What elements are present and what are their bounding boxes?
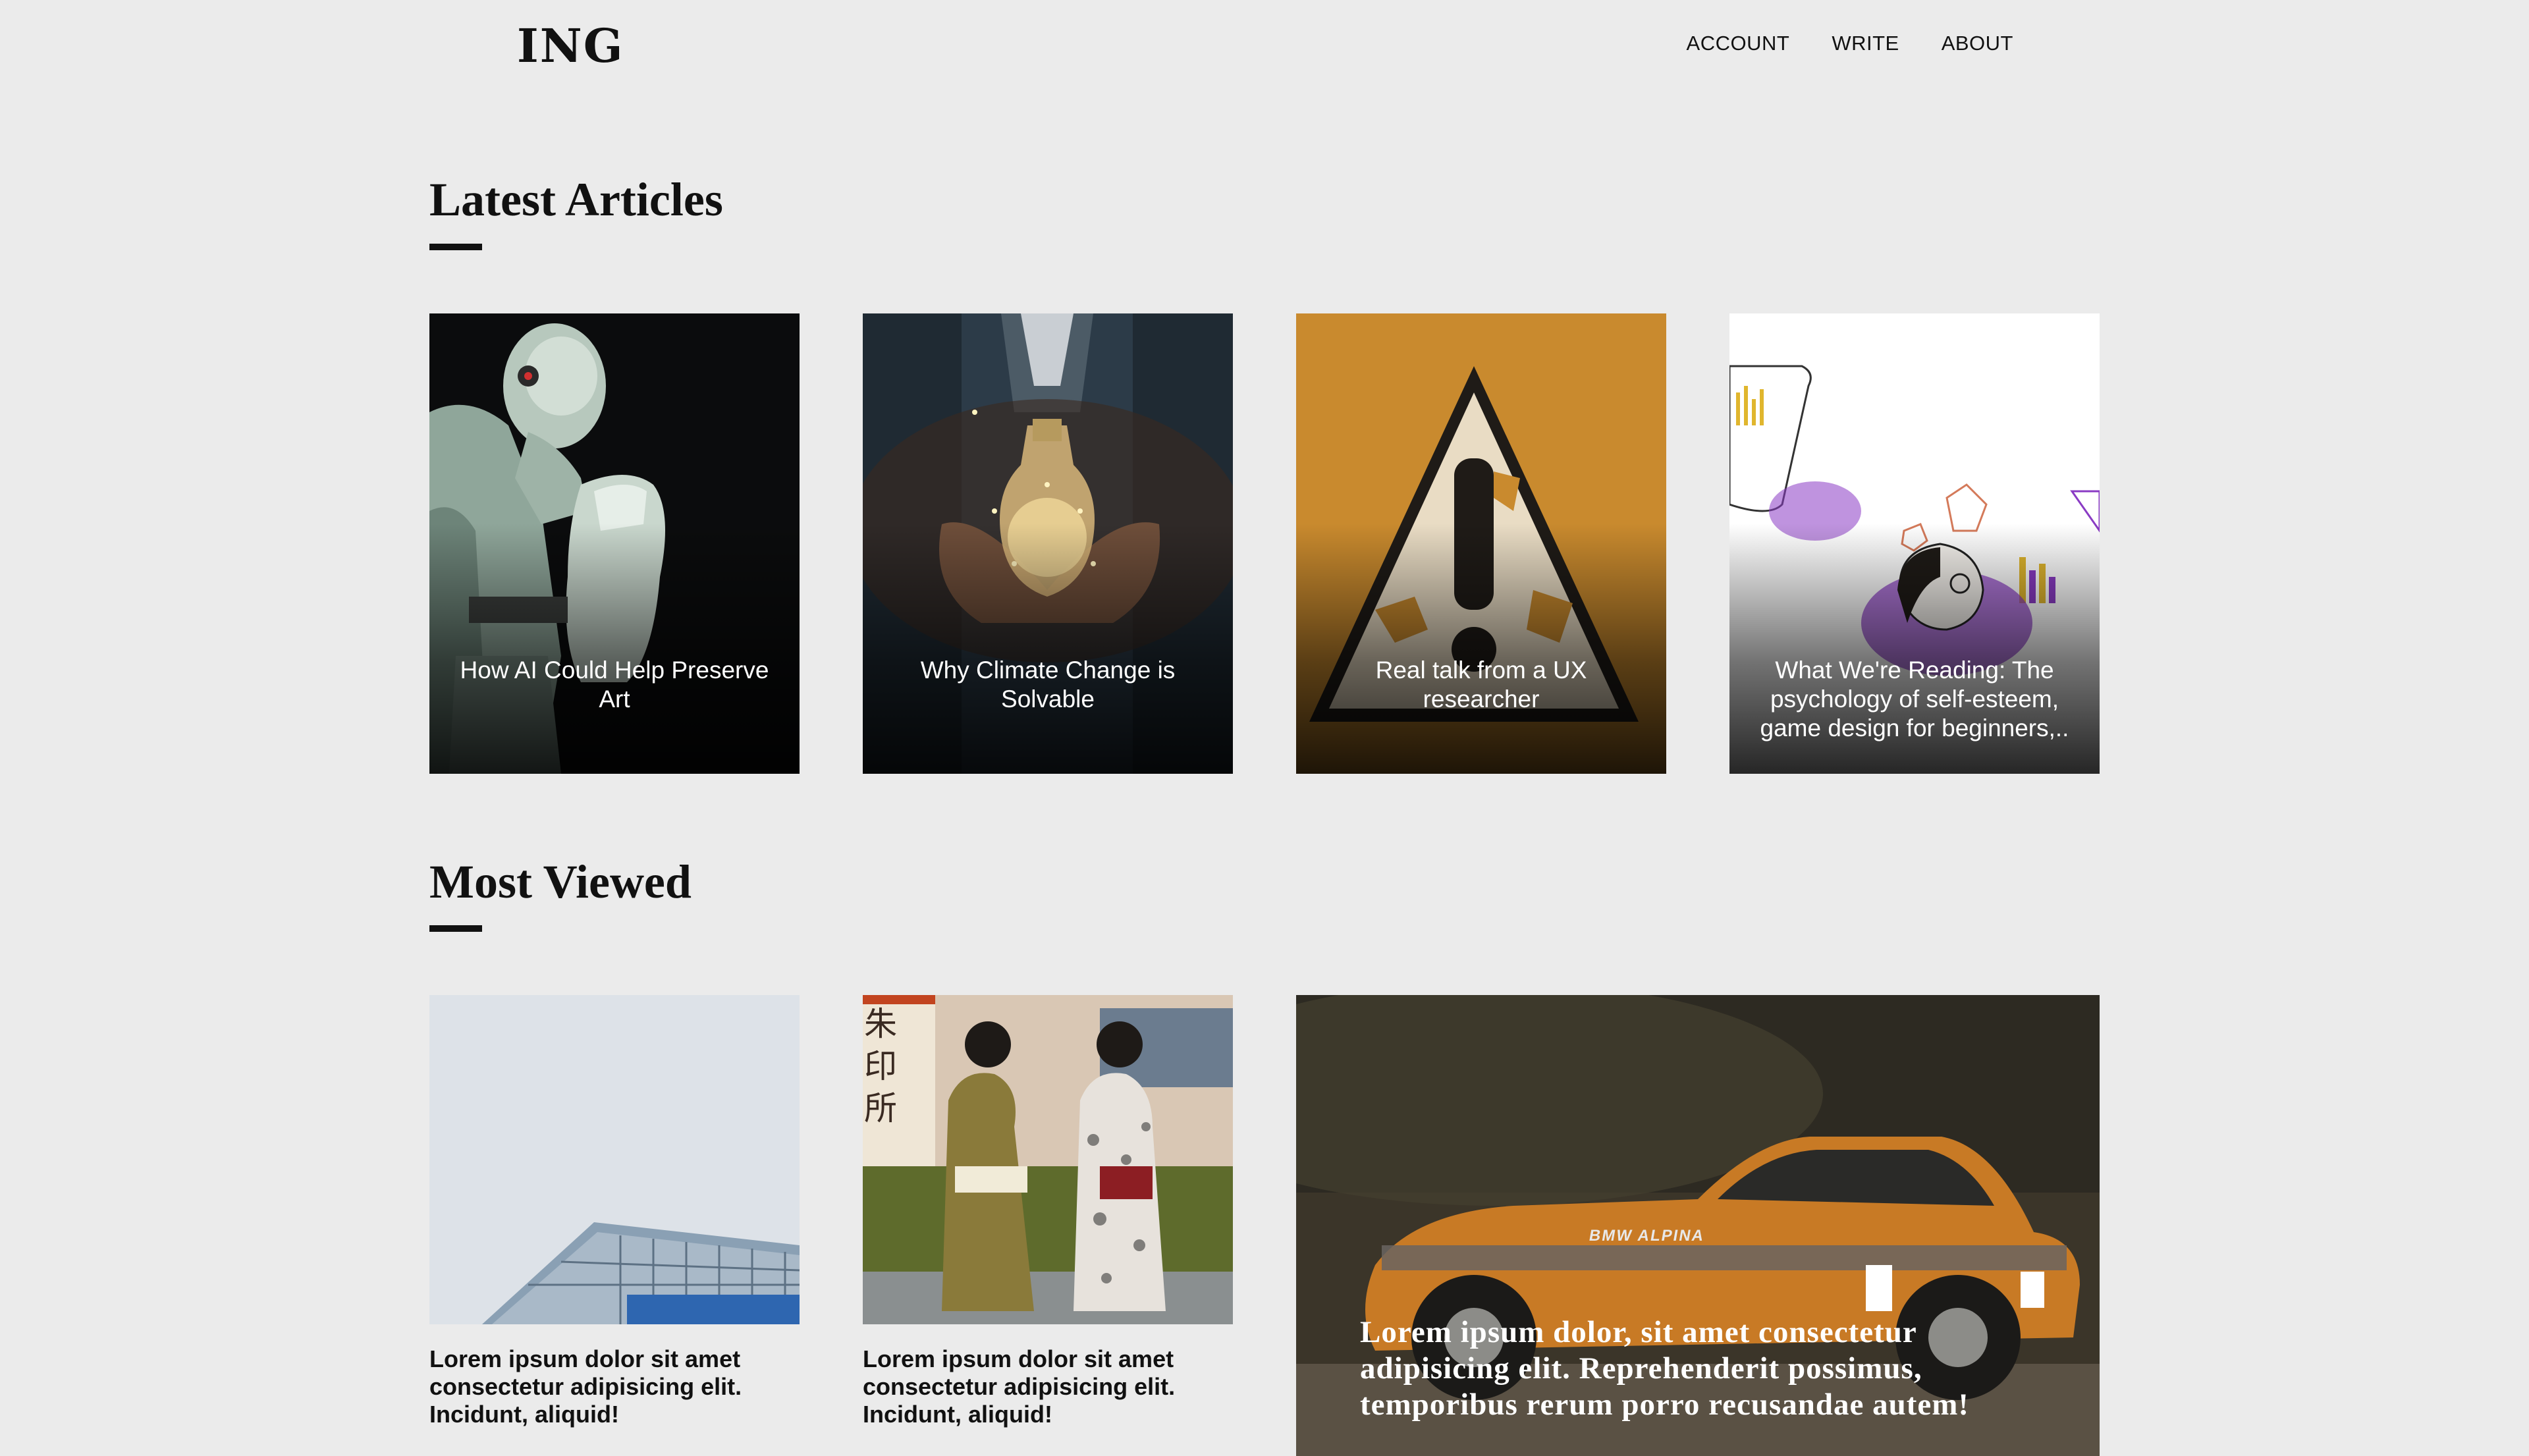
latest-articles-heading: Latest Articles (429, 173, 723, 226)
article-card-ai-art[interactable]: How AI Could Help Preserve Art (429, 313, 800, 774)
most-viewed-card-text: Lorem ipsum dolor sit amet consectetur a… (429, 1345, 742, 1428)
article-card-climate[interactable]: Why Climate Change is Solvable (863, 313, 1233, 774)
latest-articles-underline (429, 244, 482, 250)
most-viewed-card-kimono[interactable]: 朱印所 Lorem ipsum dolor sit amet consectet… (863, 995, 1233, 1428)
article-card-ux[interactable]: Real talk from a UX researcher (1296, 313, 1666, 774)
site-header: ING ACCOUNT WRITE ABOUT (0, 0, 2529, 92)
article-card-caption: Why Climate Change is Solvable (920, 657, 1176, 713)
caption-gradient (863, 524, 1233, 774)
kanji-sign: 朱印所 (864, 1005, 897, 1127)
car-plate-text: BMW ALPINA (1587, 1227, 1706, 1245)
most-viewed-feature-card[interactable]: BMW ALPINA Lorem ipsum dolor, sit amet c… (1296, 995, 2100, 1456)
building-image (429, 995, 800, 1324)
feature-card-text: Lorem ipsum dolor, sit amet consectetur … (1360, 1315, 1970, 1422)
article-card-caption: What We're Reading: The psychology of se… (1760, 657, 2069, 741)
most-viewed-heading: Most Viewed (429, 855, 692, 908)
article-card-reading[interactable]: What We're Reading: The psychology of se… (1729, 313, 2100, 774)
kimono-illustration (863, 995, 1233, 1324)
most-viewed-card-text: Lorem ipsum dolor sit amet consectetur a… (863, 1345, 1176, 1428)
site-logo[interactable]: ING (517, 18, 624, 73)
nav-account-link[interactable]: ACCOUNT (1687, 32, 1790, 55)
most-viewed-card-building[interactable]: Lorem ipsum dolor sit amet consectetur a… (429, 995, 800, 1428)
nav-write-link[interactable]: WRITE (1832, 32, 1899, 55)
building-illustration (429, 995, 800, 1324)
caption-gradient (429, 524, 800, 774)
article-card-caption: How AI Could Help Preserve Art (460, 657, 769, 713)
article-card-caption: Real talk from a UX researcher (1375, 657, 1587, 713)
main-nav: ACCOUNT WRITE ABOUT (1687, 32, 2013, 55)
most-viewed-underline (429, 925, 482, 932)
kimono-image: 朱印所 (863, 995, 1233, 1324)
caption-gradient (1296, 524, 1666, 774)
nav-about-link[interactable]: ABOUT (1942, 32, 2013, 55)
